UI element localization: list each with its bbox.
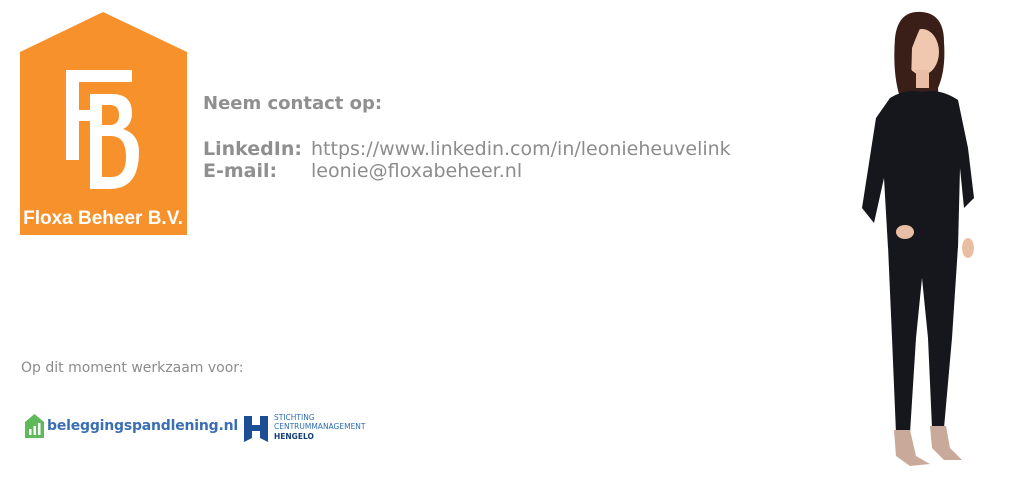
contact-block: Neem contact op: LinkedIn: https://www.l… xyxy=(203,93,731,182)
partner-line-2: CENTRUMMANAGEMENT xyxy=(274,422,366,432)
linkedin-label: LinkedIn: xyxy=(203,138,302,160)
profile-photo xyxy=(840,8,990,470)
floxa-beheer-logo: Floxa Beheer B.V. xyxy=(20,12,187,235)
linkedin-link[interactable]: https://www.linkedin.com/in/leonieheuvel… xyxy=(311,138,731,160)
contact-title: Neem contact op: xyxy=(203,93,383,114)
hengelo-h-icon xyxy=(244,416,268,442)
partner-line-1: STICHTING xyxy=(274,412,315,422)
partner-logo-centrummanagement-hengelo[interactable]: STICHTING CENTRUMMANAGEMENT HENGELO xyxy=(244,412,366,442)
email-label: E-mail: xyxy=(203,160,278,182)
work-label: Op dit moment werkzaam voor: xyxy=(21,360,244,376)
email-link[interactable]: leonie@floxabeheer.nl xyxy=(311,160,522,182)
partner-line-3: HENGELO xyxy=(274,431,314,441)
logo-text: Floxa Beheer B.V. xyxy=(23,208,183,229)
email-row: E-mail: leonie@floxabeheer.nl xyxy=(203,160,731,182)
partner-logo-beleggingspandlening[interactable]: beleggingspandlening.nl xyxy=(25,414,238,438)
partner-name: beleggingspandlening.nl xyxy=(47,418,238,434)
house-chart-icon xyxy=(25,414,44,438)
linkedin-row: LinkedIn: https://www.linkedin.com/in/le… xyxy=(203,138,731,160)
